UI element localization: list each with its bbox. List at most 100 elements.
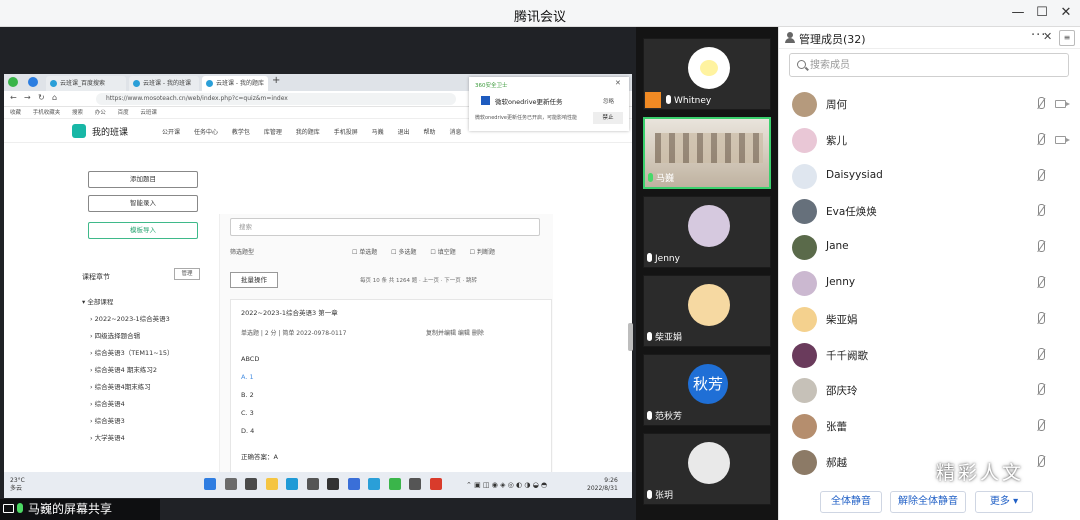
add-question-button[interactable]: 添加题目 <box>88 171 198 188</box>
member-row[interactable]: 邵庆玲 <box>779 373 1080 409</box>
back-icon[interactable]: ← <box>10 93 17 102</box>
question-actions[interactable]: 复制并编辑 编辑 删除 <box>426 328 484 337</box>
unmute-all-button[interactable]: 解除全体静音 <box>890 491 966 513</box>
smart-entry-button[interactable]: 智能录入 <box>88 195 198 212</box>
site-brand[interactable]: 我的班课 <box>92 125 128 138</box>
reload-icon[interactable]: ↻ <box>38 93 45 102</box>
member-row[interactable]: Daisyysiad <box>779 159 1080 195</box>
taskbar-clock[interactable]: 9:26 2022/8/31 <box>587 477 618 493</box>
chapter-item[interactable]: › 综合英语3 <box>82 413 173 430</box>
site-nav-item[interactable]: 马巍 <box>372 129 384 136</box>
site-nav-item[interactable]: 我的题库 <box>296 129 320 136</box>
chapter-item[interactable]: › 2022~2023-1综合英语3 <box>82 311 173 328</box>
mic-muted-icon[interactable] <box>1035 204 1047 218</box>
chapter-item[interactable]: › 综合英语4 <box>82 396 173 413</box>
search-icon[interactable] <box>224 478 237 490</box>
site-nav-item[interactable]: 帮助 <box>424 129 436 136</box>
bookmark-item[interactable]: 收藏 <box>10 110 21 116</box>
chapter-item[interactable]: › 综合英语4期末练习 <box>82 379 173 396</box>
site-nav-item[interactable]: 消息 <box>449 129 461 136</box>
app-icon[interactable] <box>368 478 380 490</box>
member-row[interactable]: Jane <box>779 230 1080 266</box>
template-import-button[interactable]: 模板导入 <box>88 222 198 239</box>
manage-chapters-button[interactable]: 管理 <box>174 268 200 280</box>
camera-off-icon[interactable] <box>1055 135 1070 144</box>
member-row[interactable]: 紫儿 <box>779 123 1080 159</box>
mic-muted-icon[interactable] <box>1035 97 1047 111</box>
app-icon[interactable] <box>409 478 421 490</box>
site-nav-item[interactable]: 库管理 <box>264 129 282 136</box>
wps-icon[interactable] <box>429 478 442 490</box>
chapter-item[interactable]: › 综合英语4 期末练习2 <box>82 362 173 379</box>
app-icon[interactable] <box>327 478 339 490</box>
video-tile[interactable]: Jenny <box>643 196 771 268</box>
mic-muted-icon[interactable] <box>1035 311 1047 326</box>
home-icon[interactable]: ⌂ <box>52 93 57 102</box>
filter-option[interactable]: ☐ 填空题 <box>430 249 455 256</box>
notification-close-icon[interactable]: ✕ <box>615 79 621 87</box>
bookmark-item[interactable]: 搜索 <box>72 110 83 116</box>
bookmark-item[interactable]: 手机收藏夹 <box>33 110 61 116</box>
app-icon[interactable] <box>347 478 360 490</box>
pagination[interactable]: 每页 10 条 共 1264 题 · 上一页 · 下一页 · 跳转 <box>360 276 477 284</box>
weather-widget[interactable]: 23°C 多云 <box>10 477 25 493</box>
member-row[interactable]: 千千阙歌 <box>779 338 1080 374</box>
mic-muted-icon[interactable] <box>1035 383 1047 397</box>
site-nav-item[interactable]: 退出 <box>398 129 410 136</box>
chapter-item[interactable]: › 四级选择题合辑 <box>82 328 173 345</box>
new-tab-icon[interactable]: + <box>272 75 280 86</box>
mic-muted-icon[interactable] <box>1035 240 1047 254</box>
notification-block-button[interactable]: 禁止 <box>593 112 623 124</box>
site-nav-item[interactable]: 任务中心 <box>194 129 218 136</box>
batch-operation-button[interactable]: 批量操作 <box>230 272 278 288</box>
video-tile[interactable]: 张玥 <box>643 433 771 505</box>
notification-ignore-button[interactable]: 忽略 <box>603 97 614 105</box>
more-button[interactable]: 更多 ▾ <box>975 491 1033 513</box>
bookmark-item[interactable]: 云班课 <box>140 110 157 116</box>
filter-option[interactable]: ☐ 判断题 <box>470 249 495 256</box>
minimize-button[interactable]: — <box>1006 4 1030 22</box>
mic-muted-icon[interactable] <box>1035 419 1047 433</box>
member-search-input[interactable] <box>810 58 1060 73</box>
member-row[interactable]: Eva任焕焕 <box>779 194 1080 230</box>
site-nav-item[interactable]: 教学包 <box>232 129 250 136</box>
member-row[interactable]: 柴亚娟 <box>779 302 1080 338</box>
browser-tab[interactable]: 云班课 - 我的班课 <box>129 76 199 91</box>
browser-tab[interactable]: 云班课_百度搜索 <box>46 76 126 91</box>
site-nav-item[interactable]: 公开课 <box>162 129 180 136</box>
video-tile[interactable]: Whitney <box>643 38 771 110</box>
filter-option[interactable]: ☐ 多选题 <box>391 249 416 256</box>
filter-option[interactable]: ☐ 单选题 <box>352 249 377 256</box>
share-scrollbar[interactable] <box>628 323 633 351</box>
edge-icon[interactable] <box>286 478 298 490</box>
bookmark-item[interactable]: 百度 <box>118 110 129 116</box>
task-view-icon[interactable] <box>245 478 257 490</box>
mic-muted-icon[interactable] <box>1035 168 1047 183</box>
maximize-button[interactable]: ☐ <box>1030 4 1054 22</box>
panel-layout-icon[interactable]: ≡ <box>1059 30 1075 46</box>
file-explorer-icon[interactable] <box>265 478 278 490</box>
browser-tab-active[interactable]: 云班课 - 我的题库 <box>202 76 268 91</box>
member-row[interactable]: Jenny <box>779 266 1080 302</box>
close-panel-icon[interactable]: ✕ <box>1043 30 1052 43</box>
chapter-item[interactable]: › 综合英语3（TEM11~15） <box>82 345 173 362</box>
member-row[interactable]: 周何 <box>779 87 1080 123</box>
browser-app-icon[interactable] <box>388 478 401 490</box>
url-field[interactable]: https://www.mosoteach.cn/web/index.php?c… <box>96 93 456 105</box>
system-tray-icons[interactable]: ⌃ ▣ ◫ ◉ ◈ ◎ ◐ ◑ ◒ ◓ <box>466 481 547 489</box>
chapter-item[interactable]: › 大学英语4 <box>82 430 173 447</box>
mute-all-button[interactable]: 全体静音 <box>820 491 882 513</box>
video-tile[interactable]: 秋芳 范秋芳 <box>643 354 771 426</box>
mic-muted-icon[interactable] <box>1035 132 1047 147</box>
start-icon[interactable] <box>204 478 216 490</box>
mic-muted-icon[interactable] <box>1035 347 1047 362</box>
member-row[interactable]: 郝越 <box>779 445 1080 481</box>
site-nav-item[interactable]: 手机投屏 <box>334 129 358 136</box>
chapter-item[interactable]: ▾ 全部课程 <box>82 294 173 311</box>
video-tile-active[interactable]: 马巍 <box>643 117 771 189</box>
member-row[interactable]: 张蕾 <box>779 409 1080 445</box>
store-icon[interactable] <box>306 478 319 490</box>
camera-off-icon[interactable] <box>1055 100 1070 108</box>
close-button[interactable]: ✕ <box>1054 4 1078 22</box>
video-tile[interactable]: 柴亚娟 <box>643 275 771 347</box>
